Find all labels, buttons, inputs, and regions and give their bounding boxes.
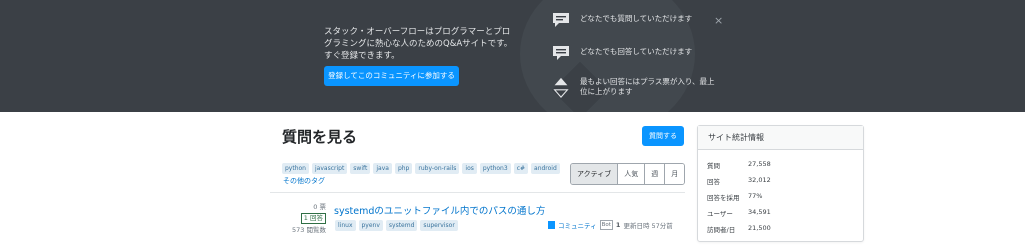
tag[interactable]: php	[394, 163, 413, 174]
avatar[interactable]	[548, 221, 555, 229]
stat-value: 32,012	[748, 176, 771, 184]
feature-ask-text: どなたでも質問していただけます	[580, 14, 693, 23]
user-link[interactable]: コミュニティ	[558, 220, 597, 230]
stat-label: 回答を採用	[707, 194, 740, 202]
popular-tags: python javascript swift java php ruby-on…	[282, 163, 560, 174]
tag[interactable]: java	[373, 163, 392, 174]
tag[interactable]: python	[282, 163, 309, 174]
stat-row: 回答 32,012	[707, 176, 771, 186]
banner-description: スタック・オーバーフローはプログラマーとプログラミングに熱心な人のためのQ&Aサ…	[324, 27, 513, 61]
feature-answer: どなたでも回答していただけます	[552, 45, 722, 65]
feature-ask: どなたでも質問していただけます	[552, 12, 722, 32]
tag[interactable]: ios	[462, 163, 477, 174]
join-community-button[interactable]: 登録してこのコミュニティに参加する	[324, 66, 459, 86]
site-stats-title: サイト統計情報	[698, 126, 863, 150]
site-stats-panel: サイト統計情報 質問 27,558 回答 32,012 回答を採用 77% ユー…	[697, 125, 864, 242]
feature-vote-text: 最もよい回答にはプラス票が入り、最上位に上がります	[580, 77, 715, 96]
ask-question-button[interactable]: 質問する	[642, 126, 684, 146]
filter-week[interactable]: 週	[645, 164, 666, 184]
stat-value: 34,591	[748, 208, 771, 216]
stat-row: 質問 27,558	[707, 160, 771, 170]
signup-banner: スタック・オーバーフローはプログラマーとプログラミングに熱心な人のためのQ&Aサ…	[0, 0, 1025, 112]
view-count: 573 閲覧数	[292, 226, 326, 234]
stat-label: 訪問者/日	[707, 226, 736, 234]
tag[interactable]: python3	[479, 163, 511, 174]
question-title-link[interactable]: systemdのユニットファイル内でのパスの通し方	[334, 203, 545, 217]
tag[interactable]: android	[531, 163, 560, 174]
page-title: 質問を見る	[282, 128, 358, 146]
stat-value: 27,558	[748, 160, 771, 168]
stat-row: 回答を採用 77%	[707, 192, 762, 202]
sort-filter-group: アクティブ 人気 週 月	[570, 163, 686, 185]
tag[interactable]: linux	[335, 220, 356, 231]
tag[interactable]: pyenv	[358, 220, 383, 231]
speech-bubble-icon	[553, 13, 569, 27]
stat-label: 回答	[707, 178, 720, 186]
stat-label: 質問	[707, 162, 720, 170]
tag[interactable]: systemd	[385, 220, 418, 231]
stat-value: 21,500	[748, 224, 771, 232]
divider	[270, 192, 685, 193]
tag[interactable]: javascript	[312, 163, 348, 174]
answer-count: 1 回答	[300, 213, 326, 224]
answer-bubble-icon	[553, 46, 569, 60]
modified-time[interactable]: 更新日時 57分前	[623, 220, 672, 230]
more-tags-link[interactable]: その他のタグ	[283, 176, 325, 186]
stat-row: 訪問者/日 21,500	[707, 224, 771, 234]
question-meta: コミュニティ Bot 1 更新日時 57分前	[548, 220, 673, 230]
tag[interactable]: c#	[513, 163, 529, 174]
bot-badge: Bot	[599, 220, 613, 230]
vote-count: 0 票	[313, 203, 326, 211]
close-icon[interactable]: ×	[714, 15, 723, 27]
tag[interactable]: ruby-on-rails	[415, 163, 460, 174]
feature-answer-text: どなたでも回答していただけます	[580, 47, 693, 56]
vote-arrows-icon	[553, 77, 569, 99]
tag[interactable]: supervisor	[420, 220, 458, 231]
stat-label: ユーザー	[707, 210, 733, 218]
stat-row: ユーザー 34,591	[707, 208, 771, 218]
question-tags: linux pyenv systemd supervisor	[335, 220, 458, 231]
filter-active[interactable]: アクティブ	[571, 164, 619, 184]
stat-value: 77%	[748, 192, 763, 200]
tag[interactable]: swift	[350, 163, 371, 174]
filter-hot[interactable]: 人気	[618, 164, 646, 184]
question-stats: 0 票 1 回答 573 閲覧数	[280, 202, 326, 235]
reputation: 1	[615, 221, 621, 229]
filter-month[interactable]: 月	[665, 164, 685, 184]
feature-vote: 最もよい回答にはプラス票が入り、最上位に上がります	[552, 77, 722, 105]
